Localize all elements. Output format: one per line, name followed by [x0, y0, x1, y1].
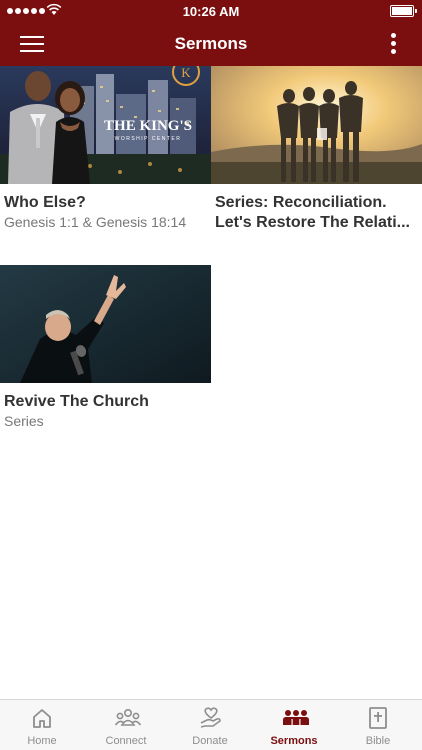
tab-home[interactable]: Home — [0, 700, 84, 750]
thumbnail-brand-subtext: WORSHIP CENTER — [115, 136, 182, 142]
sermon-thumbnail — [0, 265, 211, 383]
sermon-subtitle: Series — [4, 413, 44, 429]
sermon-card-who-else[interactable]: K THE KING'S WORSHIP CENTER Who Else? Ge… — [0, 66, 211, 231]
sermon-card-reconciliation[interactable]: Series: Reconciliation. Let's Restore Th… — [211, 66, 422, 233]
tab-bible[interactable]: Bible — [336, 700, 420, 750]
tab-label: Home — [27, 735, 57, 747]
sermon-title: Series: Reconciliation. Let's Restore Th… — [215, 194, 410, 231]
sermon-card-revive-the-church[interactable]: Revive The Church Series — [0, 265, 211, 430]
more-options-button[interactable] — [390, 32, 398, 56]
tab-label: Sermons — [270, 735, 318, 747]
home-icon — [33, 709, 51, 728]
bible-icon — [369, 707, 387, 729]
tab-label: Donate — [192, 735, 228, 747]
sermon-thumbnail — [211, 66, 422, 184]
nav-bar: Sermons — [0, 22, 422, 66]
heart-hand-icon — [200, 707, 221, 728]
tab-connect[interactable]: Connect — [84, 700, 168, 750]
tab-bar: Home Connect Donate Sermons Bible — [0, 699, 422, 750]
thumbnail-brand-text: THE KING'S — [104, 118, 192, 134]
battery-icon — [390, 5, 417, 17]
tab-label: Connect — [105, 735, 147, 747]
page-title: Sermons — [174, 34, 248, 53]
tab-label: Bible — [365, 735, 391, 747]
sermon-thumbnail: K THE KING'S WORSHIP CENTER — [0, 66, 211, 184]
tab-sermons[interactable]: Sermons — [252, 700, 336, 750]
sermon-title: Who Else? — [4, 194, 86, 211]
menu-button[interactable] — [20, 34, 44, 54]
sermon-subtitle: Genesis 1:1 & Genesis 18:14 — [4, 214, 187, 230]
group-icon — [283, 710, 309, 725]
sermon-title: Revive The Church — [4, 393, 149, 410]
status-bar: 10:26 AM — [0, 0, 422, 22]
tab-donate[interactable]: Donate — [168, 700, 252, 750]
status-time: 10:26 AM — [182, 4, 240, 19]
people-icon — [115, 708, 141, 726]
logo-letter: K — [181, 66, 191, 80]
